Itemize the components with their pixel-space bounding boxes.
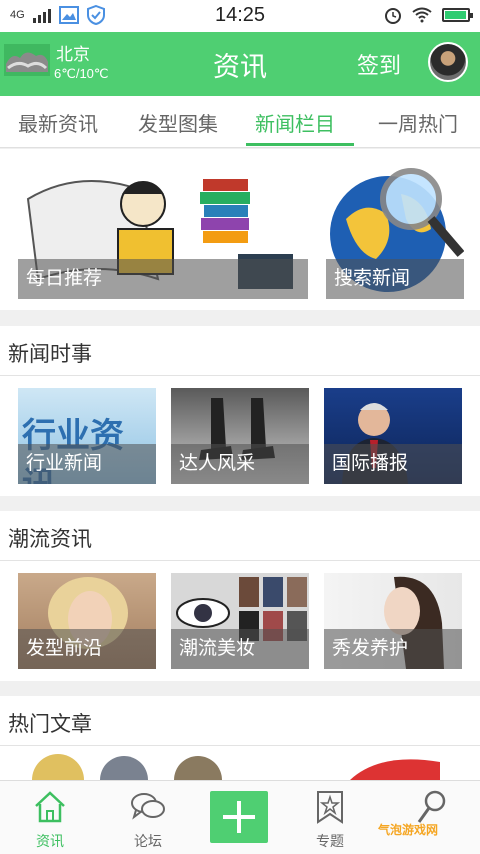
featured-section: 每日推荐 搜索新闻 <box>0 149 480 310</box>
divider <box>0 375 480 376</box>
status-bar: 4G 14:25 <box>0 0 480 32</box>
weather-city: 北京 <box>56 45 90 65</box>
hot-articles-preview <box>32 754 440 780</box>
tile-caption: 国际播报 <box>324 444 462 484</box>
featured-daily-recommend[interactable]: 每日推荐 <box>18 159 308 299</box>
section-title: 新闻时事 <box>8 342 92 366</box>
tile-hairstyle-frontier[interactable]: 发型前沿 <box>18 573 156 669</box>
nav-forum[interactable]: 论坛 <box>100 781 196 854</box>
home-icon <box>35 791 65 823</box>
divider <box>0 745 480 746</box>
tab-active-indicator <box>246 143 354 146</box>
checkin-button[interactable]: 签到 <box>357 48 401 80</box>
nav-label: 资讯 <box>36 834 64 850</box>
tab-bar: 最新资讯 发型图集 新闻栏目 一周热门 <box>0 96 480 148</box>
alarm-icon <box>385 8 401 24</box>
avatar[interactable] <box>428 42 468 82</box>
tile-trend-makeup[interactable]: 潮流美妆 <box>171 573 309 669</box>
tile-hair-care[interactable]: 秀发养护 <box>324 573 462 669</box>
tile-expert-style[interactable]: 达人风采 <box>171 388 309 484</box>
tile-caption: 发型前沿 <box>18 629 156 669</box>
nav-label: 专题 <box>316 834 344 850</box>
tab-weekly-hot[interactable]: 一周热门 <box>378 108 458 137</box>
tab-news-columns[interactable]: 新闻栏目 <box>255 108 335 137</box>
add-button[interactable] <box>210 791 268 843</box>
tab-hairstyle-gallery[interactable]: 发型图集 <box>138 108 218 137</box>
tile-caption: 潮流美妆 <box>171 629 309 669</box>
tab-latest-news[interactable]: 最新资讯 <box>18 108 98 137</box>
tile-industry-news[interactable]: 行业资讯 行业新闻 <box>18 388 156 484</box>
hot-articles-section: 热门文章 <box>0 696 480 780</box>
nav-topics[interactable]: 专题 <box>282 781 378 854</box>
wifi-icon <box>412 7 432 23</box>
star-bookmark-icon <box>317 791 343 824</box>
status-right <box>384 6 473 24</box>
tile-international-report[interactable]: 国际播报 <box>324 388 462 484</box>
tile-caption: 每日推荐 <box>18 259 308 299</box>
tile-caption: 达人风采 <box>171 444 309 484</box>
battery-icon <box>442 8 473 22</box>
news-section: 新闻时事 行业资讯 行业新闻 达人风采 国际播报 <box>0 326 480 496</box>
tile-caption: 行业新闻 <box>18 444 156 484</box>
weather-haze-icon <box>4 44 50 76</box>
watermark: 气泡游戏网 <box>378 823 439 837</box>
weather-temperature: 6℃/10℃ <box>54 66 109 81</box>
chat-bubbles-icon <box>131 793 165 820</box>
nav-news[interactable]: 资讯 <box>2 781 98 854</box>
section-title: 潮流资讯 <box>8 527 92 551</box>
section-title: 热门文章 <box>8 712 92 736</box>
trend-section: 潮流资讯 发型前沿 潮流美妆 秀发养护 <box>0 511 480 681</box>
search-icon <box>417 790 446 823</box>
divider <box>0 560 480 561</box>
nav-label: 论坛 <box>134 834 162 850</box>
tile-caption: 搜索新闻 <box>326 259 464 299</box>
featured-search-news[interactable]: 搜索新闻 <box>326 159 464 299</box>
app-header: 北京 6℃/10℃ 资讯 签到 <box>0 32 480 96</box>
tile-caption: 秀发养护 <box>324 629 462 669</box>
